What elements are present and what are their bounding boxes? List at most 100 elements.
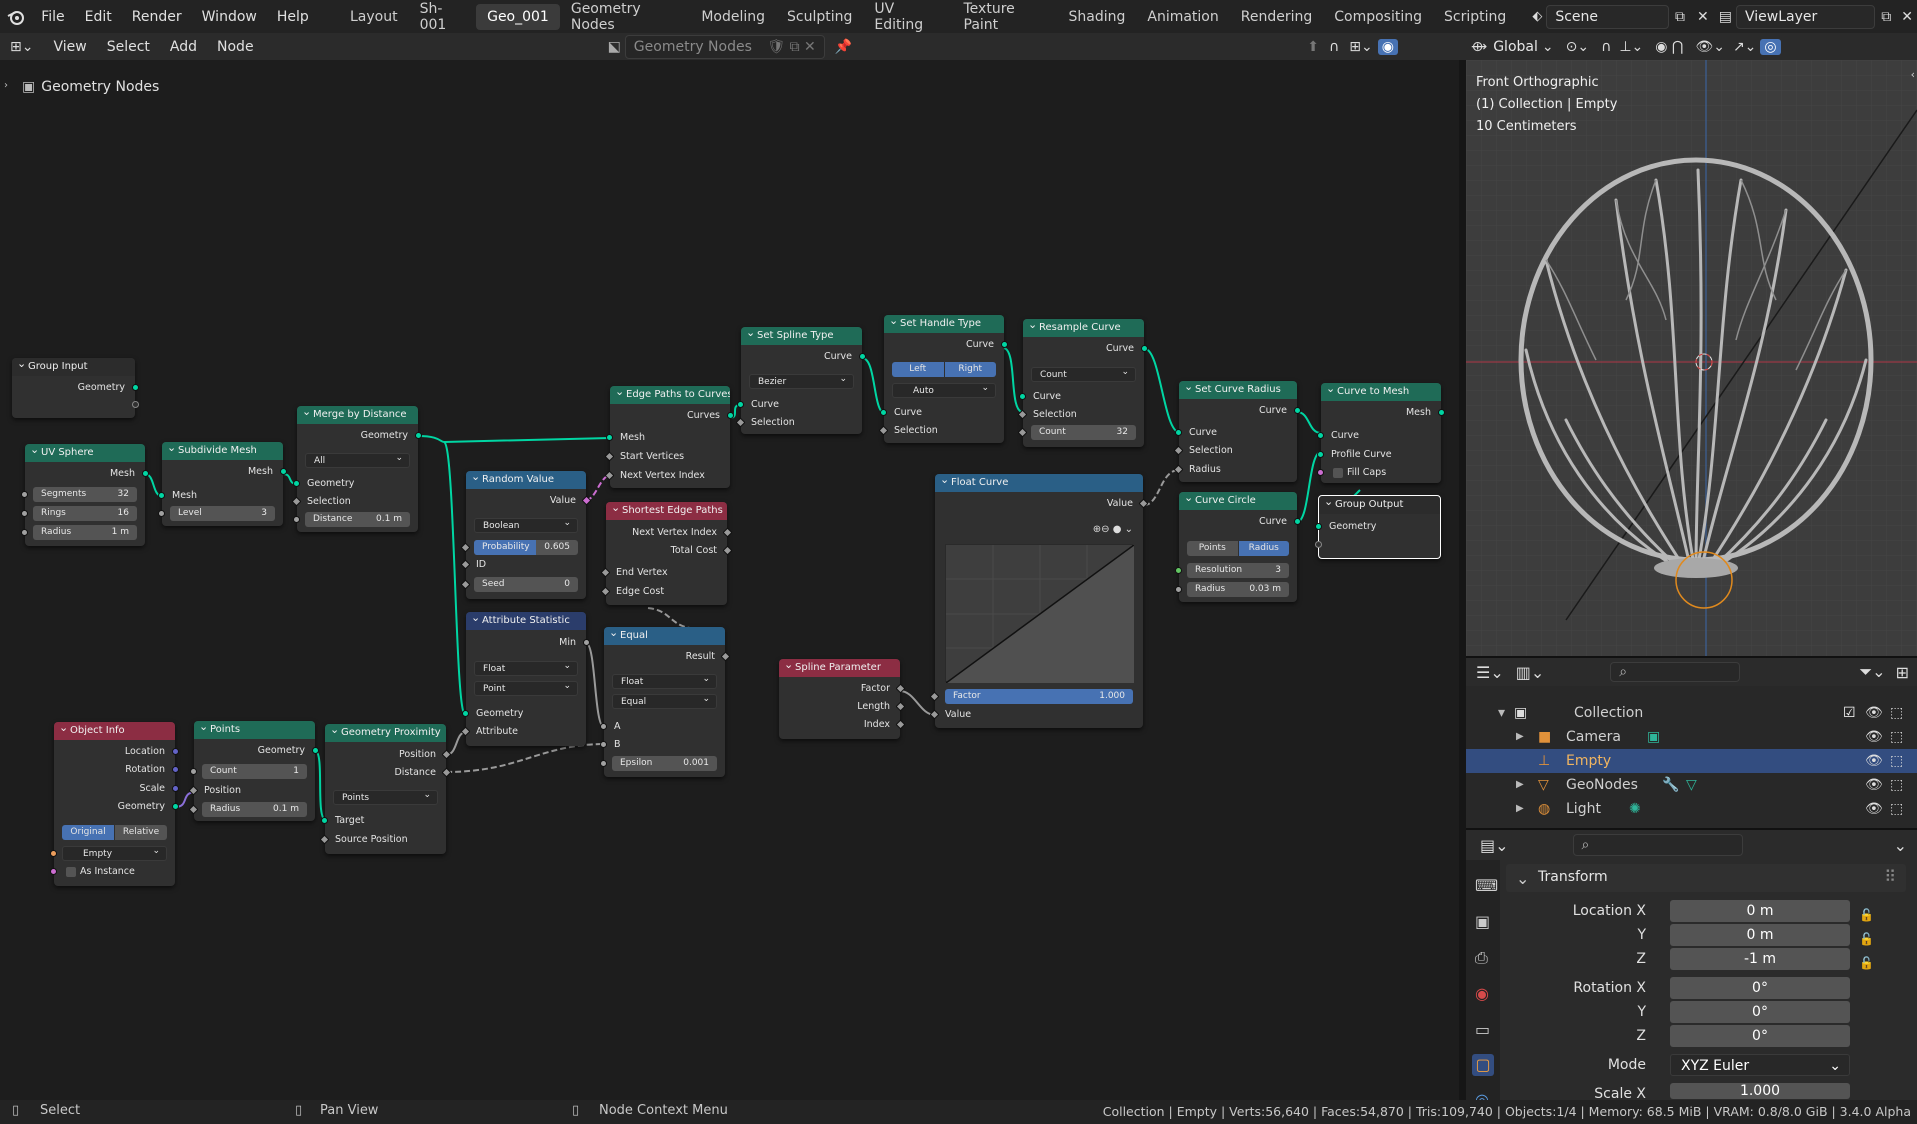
node-subdivide-mesh[interactable]: Subdivide Mesh Mesh Mesh Level 3 [158,442,287,526]
probability-field[interactable]: Probability 0.605 [474,540,578,555]
lock-icon[interactable]: 🔓 [1859,951,1874,975]
expand-icon[interactable]: ▶ [1516,725,1524,749]
output-socket[interactable] [1001,341,1008,348]
node-set-handle-type[interactable]: Set Handle Type Curve Left Right Auto Cu… [878,315,1008,443]
camera-render-icon[interactable]: ⬚ [1890,749,1903,773]
input-socket[interactable] [880,409,887,416]
resolution-field[interactable]: Resolution 3 [1187,563,1289,578]
scene-icon[interactable]: ⬖ [1528,9,1546,24]
input-socket[interactable] [293,516,300,523]
node-curve-circle[interactable]: Curve Circle Curve Points Radius Resolut… [1175,492,1301,602]
segments-field[interactable]: Segments 32 [33,487,137,502]
node-title[interactable]: UV Sphere [25,444,145,462]
node-title[interactable]: Equal [604,627,725,645]
node-title[interactable]: Float Curve [935,474,1143,492]
type-dropdown[interactable]: Float [474,659,578,676]
transform-panel-header[interactable]: ⌄ Transform ⠿ [1506,864,1906,892]
area-divider[interactable] [1459,33,1466,1100]
checkbox-icon[interactable]: ☑ [1843,701,1856,725]
visibility-icon[interactable]: 👁⌄ [1691,39,1729,55]
pivot-icon[interactable]: ⊙⌄ [1558,39,1597,55]
input-socket[interactable] [737,401,744,408]
options-icon[interactable]: ⌄ [1884,836,1917,855]
outliner-row-geonodes[interactable]: ▶ ▽ GeoNodes 🔧 ▽ 👁 ⬚ [1466,773,1917,797]
view-layer-selector[interactable]: ViewLayer [1736,4,1876,29]
input-socket[interactable] [321,817,328,824]
radius-button[interactable]: Radius [1238,541,1289,556]
eye-icon[interactable]: 👁 [1865,701,1883,725]
drag-handle-icon[interactable]: ⠿ [1884,867,1896,886]
handle-mode-dropdown[interactable]: Auto [892,381,996,398]
collection-tab-icon[interactable]: ▭ [1475,1020,1490,1039]
outliner-row-light[interactable]: ▶ ◍ Light ✺ 👁 ⬚ [1466,797,1917,821]
mode-dropdown[interactable]: All [305,451,410,468]
node-title[interactable]: Subdivide Mesh [162,442,283,460]
eye-icon[interactable]: 👁 [1865,797,1883,821]
node-spline-parameter[interactable]: Spline Parameter Factor Length Index [779,659,906,739]
node-object-info[interactable]: Object Info Location Rotation Scale Geom… [50,722,179,886]
input-socket[interactable] [158,492,165,499]
object-field[interactable]: Empty [62,844,167,861]
eye-icon[interactable]: 👁 [1865,773,1883,797]
output-socket[interactable] [132,384,139,391]
input-socket[interactable] [21,529,28,536]
input-socket[interactable] [1175,586,1182,593]
as-instance-checkbox[interactable] [66,867,76,877]
zoom-in-icon[interactable]: ⊕ [1093,524,1101,535]
output-socket[interactable] [1294,518,1301,525]
outliner-search-input[interactable]: ⌕ [1610,662,1741,682]
factor-field[interactable]: Factor 1.000 [945,689,1133,704]
node-title[interactable]: Points [194,721,315,739]
input-socket[interactable] [1317,469,1324,476]
expand-icon[interactable]: ▶ [1516,773,1524,797]
input-socket[interactable] [1315,523,1322,530]
input-socket[interactable] [21,510,28,517]
rotation-x-field[interactable]: 0° [1670,977,1850,999]
input-socket[interactable] [600,760,607,767]
zoom-out-icon[interactable]: ⊖ [1101,524,1109,535]
lock-icon[interactable]: 🔓 [1859,903,1874,927]
output-socket[interactable] [727,412,734,419]
eye-icon[interactable]: 👁 [1865,749,1883,773]
output-socket[interactable] [312,747,319,754]
render-tab-icon[interactable]: ▣ [1475,912,1490,931]
output-socket[interactable] [172,803,179,810]
resample-mode-dropdown[interactable]: Count [1031,365,1136,382]
input-socket[interactable] [50,868,57,875]
snap-target-icon[interactable]: ⊥⌄ [1615,39,1647,55]
scale-x-field[interactable]: 1.000 [1670,1083,1850,1099]
expand-icon[interactable]: ▾ [1498,701,1505,725]
output-socket[interactable] [172,766,179,773]
input-socket[interactable] [600,741,607,748]
node-title[interactable]: Object Info [54,722,175,740]
view-layer-copy-icon[interactable]: ⧉ [1875,9,1897,25]
node-title[interactable]: Edge Paths to Curves [610,386,730,404]
node-set-spline-type[interactable]: Set Spline Type Curve Bezier Curve Selec… [735,327,866,434]
points-button[interactable]: Points [1187,541,1238,556]
type-dropdown[interactable]: Float [612,672,717,689]
transform-orientation[interactable]: Global [1493,39,1538,55]
rotation-mode-dropdown[interactable]: XYZ Euler ⌄ [1670,1054,1850,1076]
input-socket[interactable] [1317,432,1324,439]
node-title[interactable]: Group Output [1319,496,1440,514]
sidebar-toggle-icon[interactable]: ‹ [1911,68,1915,81]
rings-field[interactable]: Rings 16 [33,506,137,521]
output-socket-empty[interactable] [132,401,139,408]
node-title[interactable]: Set Spline Type [741,327,862,345]
outliner-row-collection[interactable]: ▾ ▣ Collection ☑ 👁 ⬚ [1466,701,1917,725]
seed-field[interactable]: Seed 0 [474,577,578,592]
node-title[interactable]: Group Input [12,358,135,376]
camera-render-icon[interactable]: ⬚ [1890,701,1903,725]
gizmo-icon[interactable]: ↗⌄ [1729,39,1760,55]
filter-icon[interactable]: ⏷⌄ [1853,662,1891,682]
scene-selector[interactable]: Scene [1546,4,1670,29]
scene-copy-icon[interactable]: ⧉ [1669,9,1691,25]
epsilon-field[interactable]: Epsilon 0.001 [612,756,717,771]
node-float-curve[interactable]: Float Curve Value ⊕⊖ ● ⌄ Factor 1.000 Val… [929,474,1149,728]
original-button[interactable]: Original [62,825,114,840]
type-dropdown[interactable]: Boolean [474,516,578,533]
input-socket[interactable] [462,710,469,717]
outliner-row-empty[interactable]: ⊥ Empty 👁 ⬚ [1466,749,1917,773]
node-uv-sphere[interactable]: UV Sphere Mesh Segments 32 Rings 16 Radius… [21,444,149,546]
outliner-row-camera[interactable]: ▶ ■ Camera ▣ 👁 ⬚ [1466,725,1917,749]
